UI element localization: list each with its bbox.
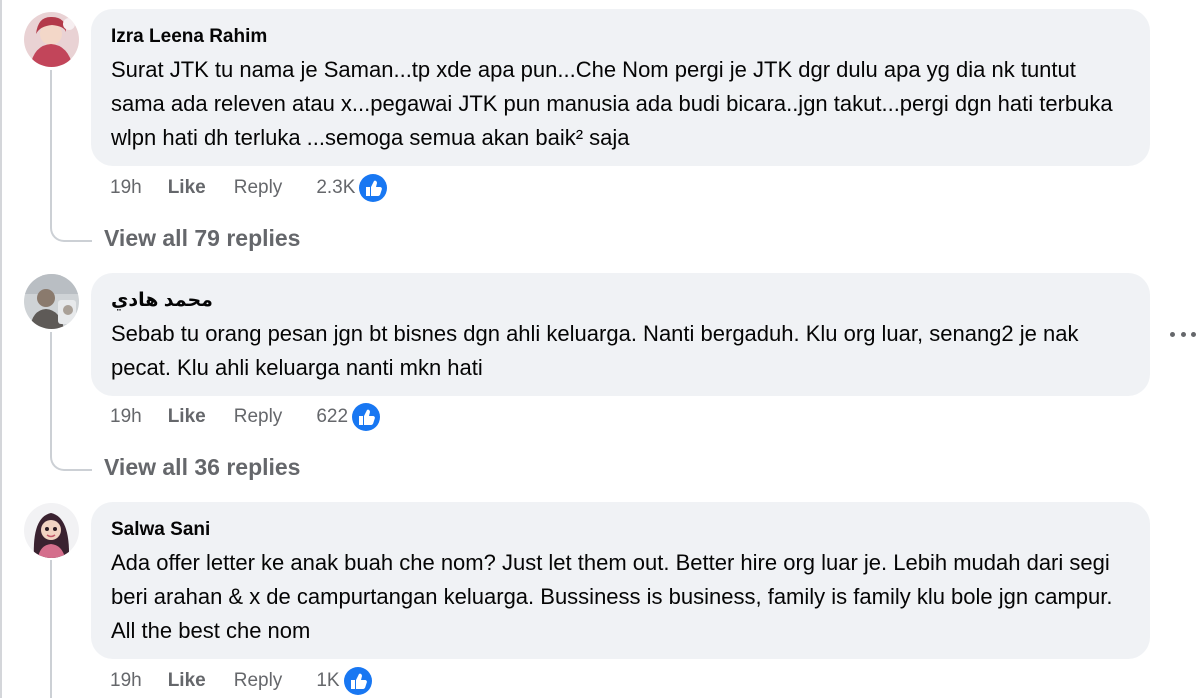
- reaction-count[interactable]: 622: [316, 406, 348, 428]
- thread-connector: [50, 220, 92, 242]
- comment-text: Sebab tu orang pesan jgn bt bisnes dgn a…: [111, 321, 1079, 380]
- comment-bubble: محمد هادي Sebab tu orang pesan jgn bt bi…: [91, 273, 1150, 396]
- comment-text: Ada offer letter ke anak buah che nom? J…: [111, 550, 1113, 643]
- thread-line: [50, 70, 52, 220]
- page-left-border: [0, 0, 2, 698]
- comment-bubble: Izra Leena Rahim Surat JTK tu nama je Sa…: [91, 9, 1150, 166]
- like-button[interactable]: Like: [168, 670, 206, 692]
- comment-timestamp[interactable]: 19h: [110, 670, 142, 692]
- thumbs-up-icon[interactable]: [357, 172, 390, 204]
- thread-connector: [50, 449, 92, 471]
- comment-bubble: Salwa Sani Ada offer letter ke anak buah…: [91, 502, 1150, 659]
- comment-author[interactable]: Salwa Sani: [111, 518, 1130, 542]
- more-options-icon[interactable]: [1170, 324, 1196, 344]
- like-button[interactable]: Like: [168, 177, 206, 199]
- reaction-count[interactable]: 1K: [316, 670, 339, 692]
- comment-text: Surat JTK tu nama je Saman...tp xde apa …: [111, 57, 1113, 150]
- like-button[interactable]: Like: [168, 406, 206, 428]
- avatar[interactable]: [24, 274, 79, 329]
- thread-line: [50, 332, 52, 449]
- view-all-replies-link[interactable]: View all 36 replies: [104, 452, 300, 482]
- comment-actions: 19h Like Reply 622: [110, 401, 383, 433]
- dot: [1191, 331, 1196, 337]
- reply-button[interactable]: Reply: [234, 406, 283, 428]
- dot: [1170, 331, 1175, 337]
- thumbs-up-icon[interactable]: [350, 401, 383, 433]
- dot: [1180, 331, 1186, 337]
- reply-button[interactable]: Reply: [234, 177, 283, 199]
- comment-author[interactable]: محمد هادي: [111, 289, 1130, 313]
- view-all-replies-link[interactable]: View all 79 replies: [104, 223, 300, 253]
- comment-timestamp[interactable]: 19h: [110, 177, 142, 199]
- reaction-count[interactable]: 2.3K: [316, 177, 355, 199]
- comment-actions: 19h Like Reply 2.3K: [110, 172, 390, 204]
- avatar[interactable]: [24, 12, 79, 67]
- thread-line: [50, 560, 52, 698]
- reply-button[interactable]: Reply: [234, 670, 283, 692]
- comment-timestamp[interactable]: 19h: [110, 406, 142, 428]
- avatar[interactable]: [24, 503, 79, 558]
- comment-author[interactable]: Izra Leena Rahim: [111, 25, 1130, 49]
- comment-actions: 19h Like Reply 1K: [110, 665, 374, 697]
- thumbs-up-icon[interactable]: [341, 665, 374, 697]
